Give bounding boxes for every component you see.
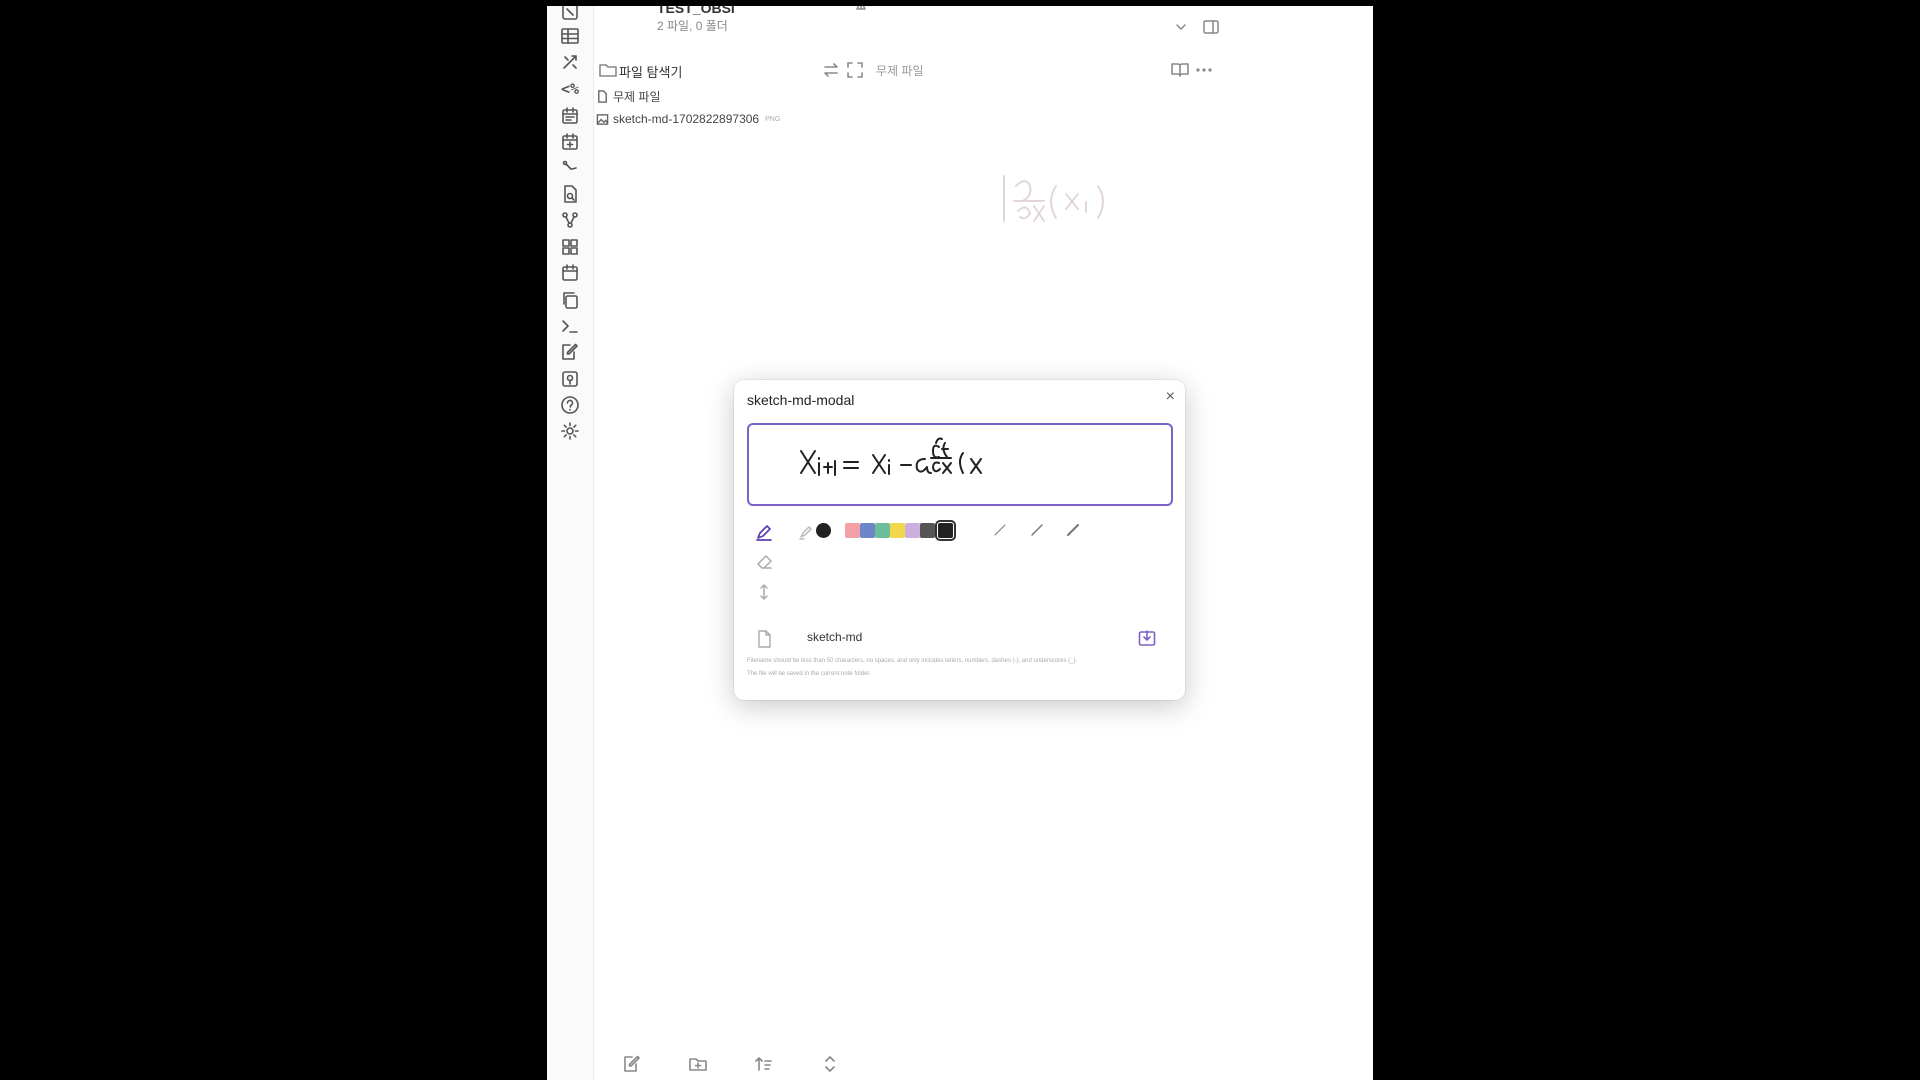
color-swatch-yellow[interactable]	[890, 523, 905, 538]
terminal-icon[interactable]	[558, 314, 582, 338]
file-icon	[754, 629, 774, 649]
chevron-down-icon[interactable]	[1172, 18, 1190, 36]
edit-note-icon[interactable]	[558, 340, 582, 364]
stroke-width-thin-icon[interactable]	[992, 522, 1008, 538]
file-name: 무제 파일	[613, 89, 661, 104]
map-pin-icon[interactable]	[558, 367, 582, 391]
sketch-preview-image	[994, 156, 1134, 236]
current-color-dot[interactable]	[816, 523, 831, 538]
color-swatch-gray[interactable]	[920, 523, 935, 538]
templater-icon[interactable]: <%	[558, 77, 582, 101]
file-icon	[598, 89, 607, 103]
eraser-icon[interactable]	[754, 552, 774, 572]
switcher-icon[interactable]	[558, 6, 582, 24]
left-ribbon: <%	[547, 6, 594, 1080]
modal-title: sketch-md-modal	[747, 392, 855, 408]
file-name: sketch-md-1702822897306	[613, 112, 760, 126]
color-swatch-lavender[interactable]	[905, 523, 920, 538]
sort-icon[interactable]	[754, 1054, 776, 1076]
pin-icon[interactable]	[852, 6, 870, 18]
dashboard-icon[interactable]	[558, 235, 582, 259]
color-swatch-black[interactable]	[935, 520, 956, 541]
expand-icon[interactable]	[845, 60, 865, 80]
collapse-all-icon[interactable]	[820, 1054, 842, 1076]
vault-stats: 2 파일, 0 폴더	[657, 19, 728, 33]
close-icon[interactable]: ×	[1166, 388, 1175, 406]
copy-icon[interactable]	[558, 288, 582, 312]
pane-header: 파일 탐색기 무제 파일	[594, 52, 1373, 88]
git-icon[interactable]	[558, 156, 582, 180]
filename-input[interactable]: sketch-md	[807, 630, 862, 644]
new-note-icon[interactable]	[622, 1054, 644, 1076]
table-icon[interactable]	[558, 24, 582, 48]
search-file-icon[interactable]	[558, 182, 582, 206]
sidebar-toggle-icon[interactable]	[1202, 18, 1220, 36]
help-icon[interactable]	[558, 393, 582, 417]
color-swatch-blue[interactable]	[860, 523, 875, 538]
sketch-modal: sketch-md-modal × sketch-md Filename sho…	[734, 380, 1185, 700]
resize-vertical-icon[interactable]	[754, 582, 774, 602]
pane-title: 파일 탐색기	[619, 65, 683, 80]
file-item[interactable]: sketch-md-1702822897306 PNG	[596, 108, 780, 130]
color-swatch-green[interactable]	[875, 523, 890, 538]
file-item[interactable]: 무제 파일	[596, 85, 661, 107]
stroke-width-medium-icon[interactable]	[1029, 522, 1045, 538]
drawing-canvas[interactable]	[747, 423, 1173, 506]
pen-tool-icon[interactable]	[754, 522, 774, 542]
vault-name[interactable]: TEST_OBSI	[657, 6, 735, 16]
save-icon[interactable]	[1137, 628, 1157, 648]
swap-icon[interactable]	[821, 60, 841, 80]
file-ext-badge: PNG	[765, 115, 781, 123]
active-tab-label[interactable]: 무제 파일	[876, 62, 924, 79]
graph-icon[interactable]	[558, 208, 582, 232]
more-options-icon[interactable]	[1194, 60, 1214, 80]
image-icon	[596, 113, 609, 125]
filename-hint: Filename should be less than 50 characte…	[747, 658, 1078, 664]
settings-icon[interactable]	[558, 419, 582, 443]
tools-icon[interactable]	[558, 50, 582, 74]
color-swatch-pink[interactable]	[845, 523, 860, 538]
new-folder-icon[interactable]	[688, 1054, 710, 1076]
stroke-width-thick-icon[interactable]	[1065, 522, 1081, 538]
daily-note-icon[interactable]	[558, 104, 582, 128]
folder-icon	[598, 60, 618, 80]
reading-view-icon[interactable]	[1170, 60, 1190, 80]
save-location-hint: The file will be saved in the current no…	[747, 671, 871, 677]
calendar-plus-icon[interactable]	[558, 130, 582, 154]
calendar-icon[interactable]	[558, 261, 582, 285]
highlighter-icon[interactable]	[796, 522, 816, 542]
